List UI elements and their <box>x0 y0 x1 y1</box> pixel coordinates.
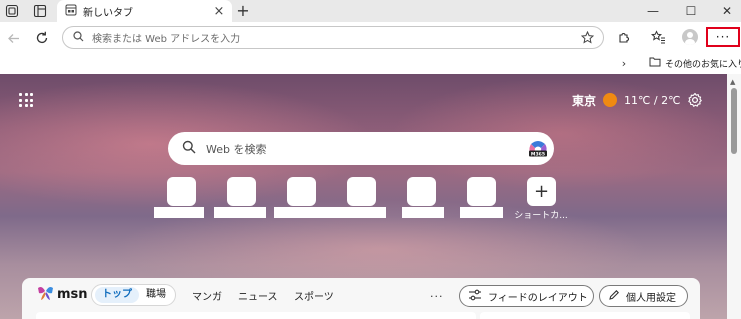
refresh-button[interactable] <box>32 28 52 48</box>
feed-card[interactable] <box>36 312 476 319</box>
quick-link-label <box>334 207 386 218</box>
microsoft-365-icon[interactable]: M365 <box>527 138 549 160</box>
profile-avatar[interactable] <box>682 29 698 45</box>
sun-icon <box>603 93 618 107</box>
page-settings-gear-icon[interactable] <box>687 92 703 108</box>
address-bar[interactable]: 検索または Web アドレスを入力 <box>62 26 604 49</box>
minimize-button[interactable]: — <box>643 1 663 21</box>
tab-close-icon[interactable]: × <box>212 4 226 19</box>
msn-butterfly-icon <box>37 285 54 304</box>
quick-link-label <box>274 207 342 218</box>
msn-logo-text: msn <box>57 286 88 302</box>
quick-link-label <box>460 207 503 218</box>
web-search-input[interactable]: Web を検索 <box>206 141 527 157</box>
search-icon <box>182 140 196 157</box>
quick-link-tile[interactable] <box>467 177 496 206</box>
back-button[interactable] <box>3 28 23 48</box>
weather-city: 東京 <box>572 93 597 108</box>
tab-title: 新しいタブ <box>83 7 133 19</box>
search-icon <box>73 30 84 45</box>
nav-manga[interactable]: マンガ <box>192 288 222 303</box>
feed-layout-button[interactable]: フィードのレイアウト <box>459 285 594 307</box>
personalize-pencil-icon <box>608 289 620 304</box>
personalize-button[interactable]: 個人用設定 <box>599 285 688 307</box>
sliders-icon <box>468 289 482 304</box>
quick-link-tile[interactable] <box>287 177 316 206</box>
add-shortcut-label: ショートカ... <box>514 211 568 221</box>
msn-logo[interactable]: msn <box>37 285 88 303</box>
extensions-icon[interactable] <box>614 27 634 47</box>
new-tab-page-icon <box>65 4 77 19</box>
other-favorites-label: その他のお気に入り <box>665 59 741 70</box>
quick-link-label <box>154 207 204 218</box>
other-favorites-button[interactable]: その他のお気に入り <box>649 54 741 72</box>
favorite-star-icon[interactable] <box>577 31 597 44</box>
tab-new-tab[interactable]: 新しいタブ × <box>57 0 232 22</box>
chevron-right-icon[interactable]: › <box>617 55 631 71</box>
scroll-up-arrow-icon[interactable]: ▲ <box>730 78 735 86</box>
svg-text:M365: M365 <box>531 151 545 157</box>
quick-link-tile[interactable] <box>407 177 436 206</box>
feed-tab-group: トップ 職場 <box>91 284 176 306</box>
personalize-label: 個人用設定 <box>626 292 676 304</box>
app-launcher-icon[interactable] <box>19 93 33 107</box>
quick-link-label <box>214 207 266 218</box>
quick-link-label <box>402 207 444 218</box>
quick-link-tile[interactable] <box>347 177 376 206</box>
web-search-box[interactable]: Web を検索 M365 <box>168 132 554 165</box>
feed-card[interactable] <box>480 312 690 319</box>
tab-work[interactable]: 職場 <box>139 287 173 303</box>
tab-strip: 新しいタブ × + — ☐ ✕ <box>0 0 741 22</box>
feed-layout-label: フィードのレイアウト <box>488 292 588 304</box>
weather-widget[interactable]: 東京 11℃ / 2℃ <box>572 92 680 108</box>
feed-more-button[interactable]: ... <box>430 287 444 300</box>
vertical-tabs-icon[interactable] <box>32 3 48 19</box>
nav-news[interactable]: ニュース <box>238 288 278 303</box>
favorites-icon[interactable] <box>648 27 668 47</box>
maximize-button[interactable]: ☐ <box>681 1 701 21</box>
quick-link-tile[interactable] <box>227 177 256 206</box>
address-input[interactable]: 検索または Web アドレスを入力 <box>92 30 577 45</box>
folder-icon <box>649 56 661 70</box>
new-tab-button[interactable]: + <box>234 2 252 20</box>
weather-temperature: 11℃ / 2℃ <box>624 93 681 107</box>
add-shortcut-button[interactable]: + <box>527 177 556 206</box>
workspaces-icon[interactable] <box>4 3 20 19</box>
tab-top[interactable]: トップ <box>95 287 139 303</box>
window-close-button[interactable]: ✕ <box>717 1 737 21</box>
nav-sports[interactable]: スポーツ <box>294 288 334 303</box>
quick-link-tile[interactable] <box>167 177 196 206</box>
settings-and-more-button[interactable]: ··· <box>706 27 740 47</box>
scrollbar-thumb[interactable] <box>731 88 737 154</box>
